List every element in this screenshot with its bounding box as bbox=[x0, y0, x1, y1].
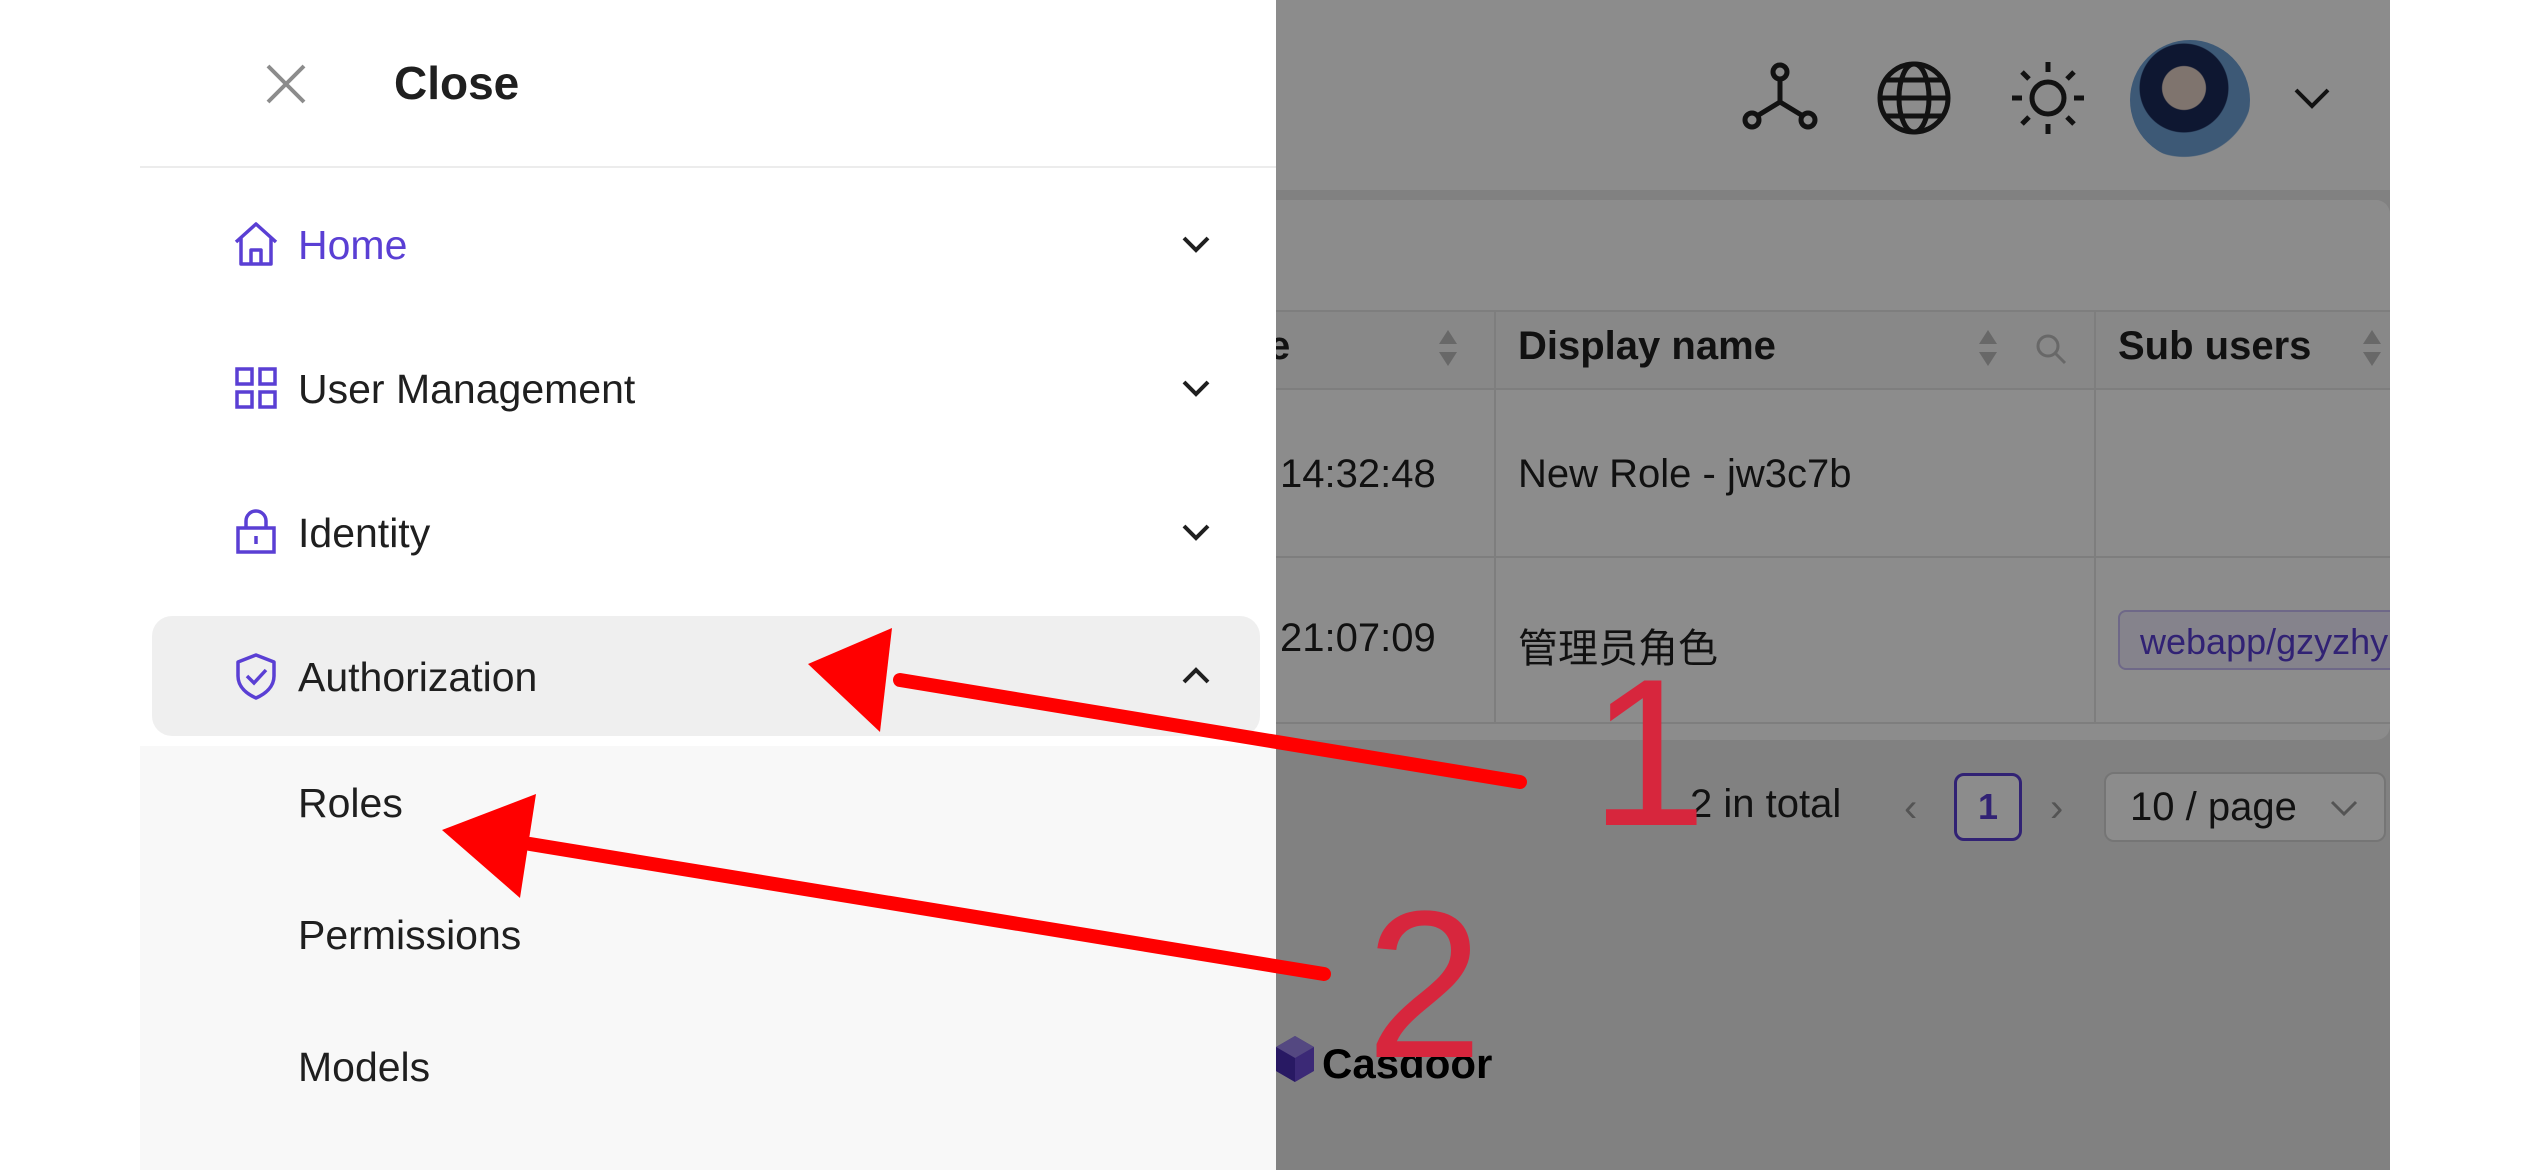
submenu-item-label: Models bbox=[298, 1044, 431, 1090]
menu-item-user-management[interactable]: User Management bbox=[152, 328, 1260, 448]
chevron-down-icon bbox=[1182, 524, 1210, 541]
chevron-up-icon bbox=[1182, 667, 1210, 684]
annotation-number-2: 2 bbox=[1366, 867, 1483, 1102]
submenu-item-permissions[interactable]: Permissions bbox=[140, 878, 1276, 988]
shield-check-icon bbox=[236, 653, 276, 700]
left-margin bbox=[0, 0, 140, 1170]
home-icon bbox=[234, 222, 278, 266]
drawer-header: Close bbox=[140, 0, 1276, 168]
menu-item-label: Home bbox=[298, 222, 408, 268]
menu-item-home[interactable]: Home bbox=[152, 184, 1260, 304]
drawer-title[interactable]: Close bbox=[394, 56, 519, 110]
menu-item-authorization[interactable]: Authorization bbox=[152, 616, 1260, 736]
navigation-drawer: Close Home User Management Identity Auth… bbox=[140, 0, 1276, 1170]
chevron-down-icon bbox=[1182, 380, 1210, 397]
menu-item-label: User Management bbox=[298, 366, 636, 412]
screen: e Display name Sub users 14:32:48 New Ro… bbox=[0, 0, 2532, 1170]
annotation-number-1: 1 bbox=[1590, 635, 1707, 870]
menu-item-label: Identity bbox=[298, 510, 431, 556]
grid-icon bbox=[235, 367, 277, 409]
menu-item-identity[interactable]: Identity bbox=[152, 472, 1260, 592]
menu-item-label: Authorization bbox=[298, 654, 538, 700]
submenu-item-label: Permissions bbox=[298, 912, 522, 958]
close-icon[interactable] bbox=[264, 62, 308, 106]
authorization-submenu: Roles Permissions Models bbox=[140, 746, 1276, 1170]
right-margin bbox=[2390, 0, 2532, 1170]
chevron-down-icon bbox=[1182, 236, 1210, 253]
submenu-item-roles[interactable]: Roles bbox=[140, 746, 1276, 856]
submenu-item-models[interactable]: Models bbox=[140, 1010, 1276, 1120]
lock-icon bbox=[236, 509, 276, 554]
submenu-item-label: Roles bbox=[298, 780, 403, 826]
